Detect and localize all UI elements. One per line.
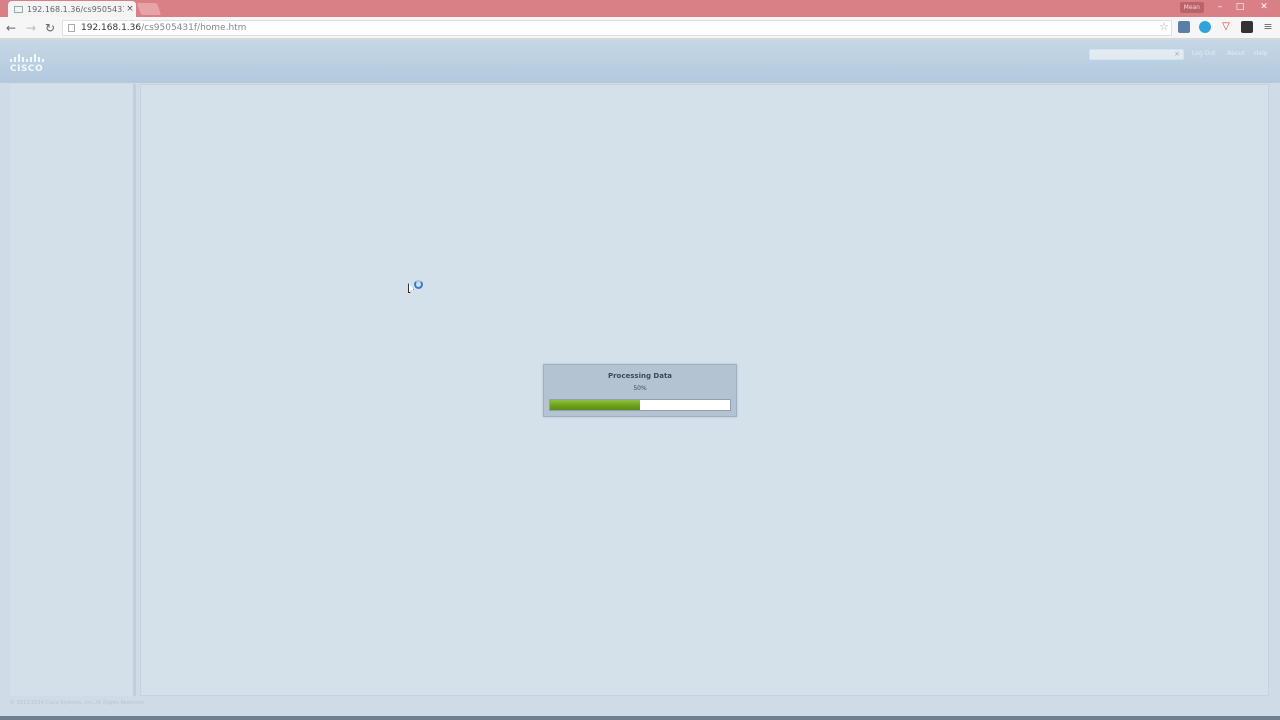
reload-button[interactable]: ↻ [42, 20, 58, 36]
url-path: /cs9505431f/home.htm [141, 23, 247, 33]
bottom-strip [0, 716, 1280, 720]
logout-link[interactable]: Log Out [1192, 50, 1216, 57]
page-icon [68, 24, 75, 32]
progress-percent: 50% [633, 385, 647, 392]
minimize-button[interactable]: – [1210, 0, 1230, 14]
tab-title: 192.168.1.36/cs9505431f/ [27, 4, 124, 14]
progress-title: Processing Data [607, 372, 673, 380]
browser-titlebar: 192.168.1.36/cs9505431f/ × Mean – □ ✕ [0, 0, 1280, 17]
app-header: CISCO [0, 40, 1280, 83]
browser-toolbar: ← → ↻ 192.168.1.36/cs9505431f/home.htm [0, 17, 1280, 39]
progress-bar [549, 399, 731, 411]
tab-close-icon[interactable]: × [124, 4, 136, 14]
busy-cursor-icon [408, 280, 424, 296]
cisco-logo-wordmark: CISCO [10, 64, 44, 74]
new-tab-button[interactable] [136, 3, 162, 15]
cisco-logo: CISCO [10, 54, 52, 78]
browser-menu-icon[interactable]: ≡ [1262, 21, 1274, 33]
cisco-logo-bars-icon [10, 54, 52, 62]
browser-tab[interactable]: 192.168.1.36/cs9505431f/ × [8, 1, 136, 17]
back-button[interactable]: ← [3, 20, 19, 36]
footer-copyright: © 2013-2014 Cisco Systems, Inc. All Righ… [10, 700, 146, 706]
maximize-button[interactable]: □ [1230, 0, 1250, 14]
about-link[interactable]: About [1227, 50, 1245, 57]
help-link[interactable]: Help [1254, 50, 1268, 57]
forward-button[interactable]: → [23, 20, 39, 36]
profile-badge[interactable]: Mean [1179, 2, 1204, 13]
bookmark-star-icon[interactable]: ☆ [1158, 21, 1170, 33]
extension-icon[interactable] [1178, 21, 1190, 33]
progress-dialog: Processing Data 50% [543, 364, 737, 417]
progress-bar-fill [550, 400, 640, 410]
pocket-extension-icon[interactable]: ▽ [1220, 21, 1232, 33]
extension-globe-icon[interactable] [1199, 21, 1211, 33]
close-window-button[interactable]: ✕ [1254, 0, 1274, 14]
address-bar[interactable]: 192.168.1.36/cs9505431f/home.htm [62, 20, 1172, 36]
page-favicon-icon [14, 5, 23, 13]
search-clear-icon[interactable]: × [1174, 50, 1180, 59]
url-host: 192.168.1.36 [81, 23, 142, 33]
navigation-panel [10, 84, 136, 696]
extension-dark-icon[interactable] [1241, 21, 1253, 33]
search-input[interactable]: × [1089, 49, 1184, 60]
